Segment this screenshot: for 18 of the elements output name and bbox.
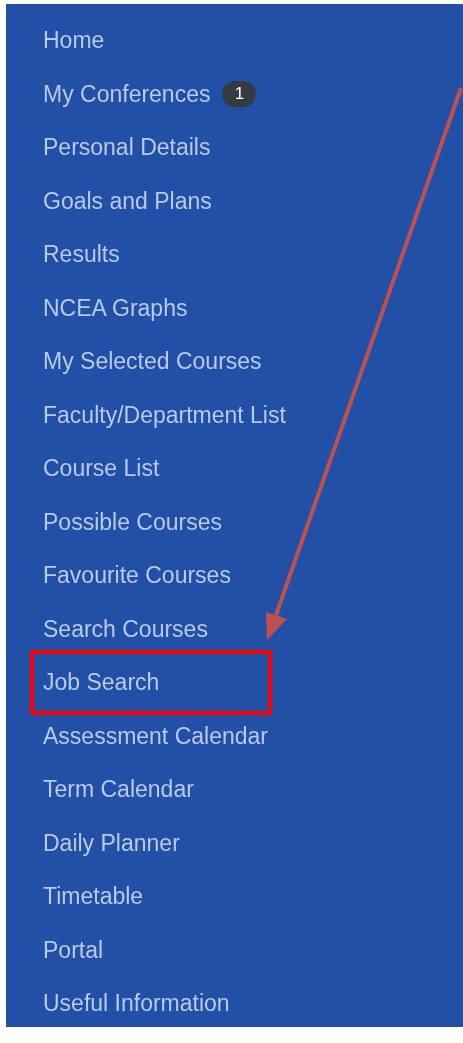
sidebar-item[interactable]: My Conferences [30, 67, 219, 121]
sidebar-item[interactable]: Course List [30, 442, 168, 496]
sidebar-item[interactable]: Possible Courses [30, 495, 230, 549]
sidebar-item[interactable]: Results [30, 228, 128, 282]
sidebar-item[interactable]: Home [30, 14, 113, 68]
sidebar-item[interactable]: Timetable [30, 870, 152, 924]
sidebar-item[interactable]: Daily Planner [30, 816, 188, 870]
sidebar-item[interactable]: Job Search [30, 650, 272, 716]
sidebar-item[interactable]: Goals and Plans [30, 174, 220, 228]
sidebar-item[interactable]: NCEA Graphs [30, 281, 196, 335]
sidebar-item[interactable]: Term Calendar [30, 763, 202, 817]
sidebar-item[interactable]: My Selected Courses [30, 335, 270, 389]
count-badge: 1 [222, 81, 257, 108]
sidebar-item[interactable]: Favourite Courses [30, 549, 239, 603]
sidebar-item[interactable]: Faculty/Department List [30, 388, 294, 442]
sidebar-item[interactable]: Personal Details [30, 121, 219, 175]
sidebar-item[interactable]: Useful Information [30, 977, 238, 1031]
sidebar-item[interactable]: Portal [30, 923, 112, 977]
